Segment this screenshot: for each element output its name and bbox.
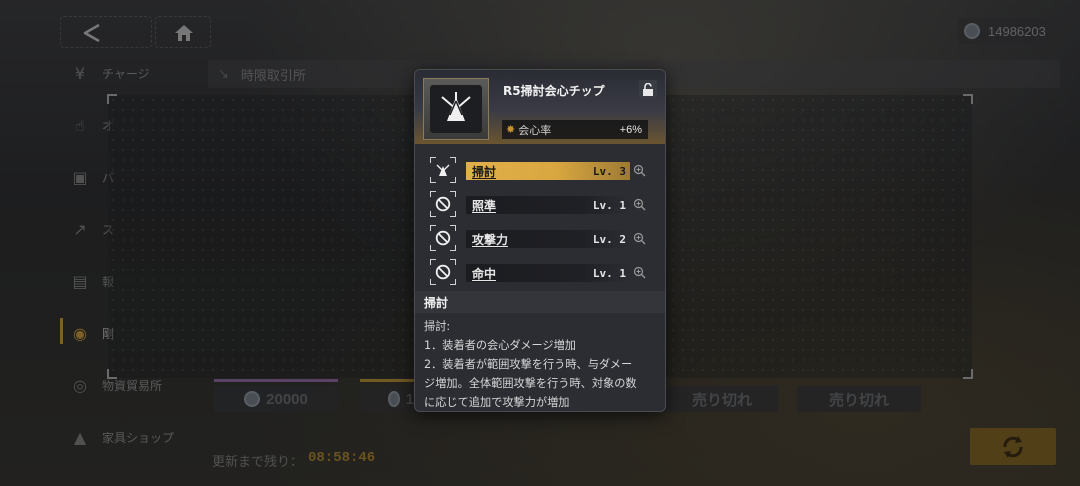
skill-bar: 掃討 Lv. 3 bbox=[466, 162, 630, 180]
skill-row[interactable]: 攻撃力 Lv. 2 bbox=[430, 225, 650, 251]
skill-bar: 照準 Lv. 1 bbox=[466, 196, 630, 214]
unlock-icon bbox=[643, 82, 653, 96]
prohibited-icon bbox=[430, 225, 456, 251]
stat-label: 会心率 bbox=[518, 123, 552, 137]
sweep-chip-icon bbox=[441, 92, 471, 121]
description-title: 掃討 bbox=[415, 291, 665, 313]
skill-bar: 命中 Lv. 1 bbox=[466, 264, 630, 282]
sweep-skill-icon bbox=[430, 157, 456, 183]
stat-crit-rate: ✸ 会心率 +6% bbox=[502, 120, 648, 139]
description-line: 1．装着者の会心ダメージ増加 bbox=[424, 339, 576, 352]
prohibited-icon bbox=[430, 191, 456, 217]
stat-value: +6% bbox=[619, 123, 642, 136]
zoom-icon[interactable] bbox=[633, 164, 646, 177]
chip-image bbox=[423, 78, 489, 140]
zoom-icon[interactable] bbox=[633, 232, 646, 245]
prohibited-icon bbox=[430, 259, 456, 285]
description-line: 掃討: bbox=[424, 320, 451, 333]
zoom-icon[interactable] bbox=[633, 198, 646, 211]
skill-row[interactable]: 命中 Lv. 1 bbox=[430, 259, 650, 285]
chip-title: R5掃討会心チップ bbox=[503, 84, 605, 98]
skill-bar: 攻撃力 Lv. 2 bbox=[466, 230, 630, 248]
zoom-icon[interactable] bbox=[633, 266, 646, 279]
description-text: 掃討: 1．装着者の会心ダメージ増加 2．装着者が範囲攻撃を行う時、与ダメー ジ… bbox=[424, 317, 660, 411]
description-line: 2．装着者が範囲攻撃を行う時、与ダメー bbox=[424, 358, 633, 371]
skill-row[interactable]: 掃討 Lv. 3 bbox=[430, 157, 650, 183]
description-line: に応じて追加で攻撃力が増加 bbox=[424, 396, 570, 409]
burst-icon: ✸ bbox=[506, 123, 516, 136]
description-line: ジ増加。全体範囲攻撃を行う時、対象の数 bbox=[424, 377, 637, 390]
chip-detail-modal: R5掃討会心チップ ✸ 会心率 +6% 掃討 Lv. 3 照準 Lv. 1 攻撃… bbox=[414, 69, 666, 412]
lock-button[interactable] bbox=[639, 80, 657, 98]
skill-row[interactable]: 照準 Lv. 1 bbox=[430, 191, 650, 217]
